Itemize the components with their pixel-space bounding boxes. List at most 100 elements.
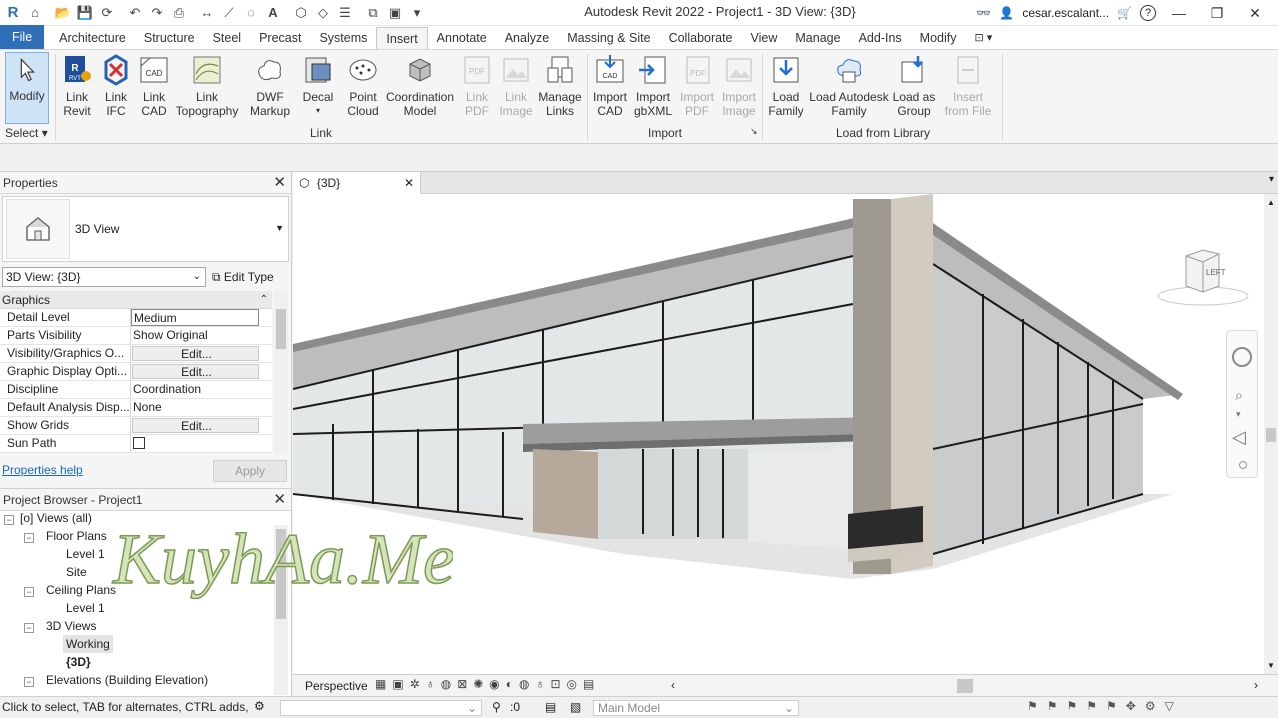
close-window-button[interactable]: ✕ (1240, 5, 1270, 22)
tab-systems[interactable]: Systems (310, 27, 376, 49)
cart-icon[interactable]: 🛒 (1117, 6, 1132, 20)
property-row[interactable]: Graphic Display Opti... Edit... (0, 363, 272, 381)
tree-node-working[interactable]: Working (63, 635, 113, 653)
projection-label[interactable]: Perspective (305, 679, 368, 693)
apply-button[interactable]: Apply (213, 460, 287, 482)
close-icon[interactable]: ✕ (273, 489, 286, 511)
tab-add-ins[interactable]: Add-Ins (850, 27, 911, 49)
property-row[interactable]: Detail Level Medium (0, 309, 272, 327)
tree-node-level-1[interactable]: Level 1 (66, 545, 105, 563)
decal-button[interactable]: Decal ▾ (300, 54, 336, 118)
tree-node-3d-views[interactable]: 3D Views (46, 617, 96, 635)
collapse-toggle-icon[interactable]: − (4, 515, 14, 525)
tab-analyze[interactable]: Analyze (496, 27, 558, 49)
steering-wheel-icon[interactable] (1232, 347, 1252, 367)
view-control-icons[interactable]: ▦▣✲♁◍⊠✺◉◐◍♁⊡◎▤ (375, 677, 600, 691)
ribbon-minimize-toggle[interactable]: ⊡ ▾ (966, 27, 1002, 49)
import-dialog-launcher-icon[interactable]: ↘ (750, 126, 758, 137)
tree-node-ceiling-level-1[interactable]: Level 1 (66, 599, 105, 617)
import-cad-button[interactable]: CAD Import CAD (590, 54, 630, 118)
undo-icon[interactable]: ↶ (126, 4, 144, 22)
insert-from-file-button[interactable]: Insert from File (942, 54, 994, 118)
tab-view[interactable]: View (742, 27, 787, 49)
scroll-thumb[interactable] (1266, 428, 1276, 442)
collapse-toggle-icon[interactable]: − (24, 623, 34, 633)
group-header-graphics[interactable]: Graphics ⌃ (0, 291, 272, 309)
close-icon[interactable]: ✕ (404, 172, 414, 194)
tree-node-floor-plans[interactable]: Floor Plans (46, 527, 107, 545)
collapse-toggle-icon[interactable]: − (24, 533, 34, 543)
tree-node-elevations[interactable]: Elevations (Building Elevation) (46, 671, 208, 689)
properties-scrollbar[interactable] (274, 291, 288, 453)
scroll-thumb[interactable] (276, 529, 286, 619)
dimension-icon[interactable]: ⟋ (220, 4, 238, 22)
viewcube-face-label[interactable]: LEFT (1206, 268, 1226, 277)
tab-insert[interactable]: Insert (376, 27, 428, 49)
tab-modify[interactable]: Modify (911, 27, 966, 49)
exclude-options-icon[interactable]: ▧ (570, 700, 581, 714)
view-scrollbar[interactable]: ▲ ▼ (1264, 194, 1278, 674)
measure-icon[interactable]: ↔ (198, 4, 216, 22)
import-gbxml-button[interactable]: Import gbXML (632, 54, 674, 118)
scroll-left-icon[interactable]: ‹ (671, 678, 675, 692)
minimize-button[interactable]: — (1164, 5, 1194, 21)
search-binoculars-icon[interactable]: 👓 (976, 6, 991, 20)
tab-precast[interactable]: Precast (250, 27, 310, 49)
tree-node-views[interactable]: [o] Views (all) (20, 509, 92, 527)
tree-node-site[interactable]: Site (66, 563, 87, 581)
property-row[interactable]: Visibility/Graphics O... Edit... (0, 345, 272, 363)
text-icon[interactable]: A (264, 4, 282, 22)
link-cad-button[interactable]: CAD Link CAD (138, 54, 170, 118)
worksets-icon[interactable]: ⚙ (254, 699, 265, 713)
manage-links-button[interactable]: Manage Links (537, 54, 583, 118)
import-pdf-button[interactable]: PDF Import PDF (676, 54, 718, 118)
import-image-button[interactable]: Import Image (718, 54, 760, 118)
properties-help-link[interactable]: Properties help (2, 463, 83, 477)
scroll-right-icon[interactable]: › (1254, 678, 1258, 692)
type-selector[interactable]: 3D View ▼ (2, 196, 289, 262)
tab-manage[interactable]: Manage (786, 27, 849, 49)
tree-node-3d[interactable]: {3D} (66, 653, 91, 671)
tab-list-icon[interactable]: ▾ (1269, 174, 1274, 185)
load-as-group-button[interactable]: Load as Group (892, 54, 936, 118)
chevron-down-icon[interactable]: ▼ (1267, 661, 1275, 670)
tag-icon[interactable]: ◌ (242, 4, 260, 22)
tab-structure[interactable]: Structure (135, 27, 204, 49)
tab-file[interactable]: File (0, 25, 45, 49)
property-row[interactable]: Discipline Coordination (0, 381, 272, 399)
instance-view-selector[interactable]: 3D View: {3D} ⌄ (2, 267, 206, 287)
switch-windows-icon[interactable]: ▣ (386, 4, 404, 22)
redo-icon[interactable]: ↷ (148, 4, 166, 22)
tab-steel[interactable]: Steel (204, 27, 251, 49)
link-revit-button[interactable]: R RVT Link Revit (60, 54, 94, 118)
workset-selector[interactable]: ⌄ (280, 700, 482, 716)
tree-node-ceiling-plans[interactable]: Ceiling Plans (46, 581, 116, 599)
chevron-up-icon[interactable]: ▲ (1267, 198, 1275, 207)
zoom-dropdown-icon[interactable]: ▾ (1236, 409, 1241, 420)
hscroll-thumb[interactable] (957, 679, 973, 693)
open-icon[interactable]: 📂 (54, 4, 72, 22)
link-ifc-button[interactable]: Link IFC (100, 54, 132, 118)
restore-button[interactable]: ❐ (1202, 5, 1232, 22)
scroll-thumb[interactable] (276, 309, 286, 349)
load-family-button[interactable]: Load Family (766, 54, 806, 118)
3d-model-canvas[interactable]: LEFT ⌕ ▾ ◁ (293, 194, 1263, 674)
modify-button[interactable]: Modify (5, 52, 49, 124)
print-icon[interactable]: ⎙ (170, 4, 188, 22)
design-options-icon[interactable]: ▤ (545, 700, 556, 714)
save-icon[interactable]: 💾 (76, 4, 94, 22)
customize-qat-icon[interactable]: ▾ (408, 4, 426, 22)
load-autodesk-family-button[interactable]: Load Autodesk Family (808, 54, 890, 118)
3d-view-icon[interactable]: ⬡ (292, 4, 310, 22)
tab-collaborate[interactable]: Collaborate (660, 27, 742, 49)
select-panel-label[interactable]: Select ▾ (5, 126, 48, 140)
revit-app-icon[interactable]: R (4, 4, 22, 22)
tab-architecture[interactable]: Architecture (50, 27, 135, 49)
collapse-icon[interactable]: ⌃ (260, 291, 268, 309)
edit-type-button[interactable]: ⧉ Edit Type (212, 267, 274, 287)
link-image-button[interactable]: Link Image (496, 54, 536, 118)
sync-icon[interactable]: ⟳ (98, 4, 116, 22)
sun-path-checkbox[interactable] (133, 437, 145, 449)
close-hidden-icon[interactable]: ⧉ (364, 4, 382, 22)
point-cloud-button[interactable]: Point Cloud (342, 54, 384, 118)
